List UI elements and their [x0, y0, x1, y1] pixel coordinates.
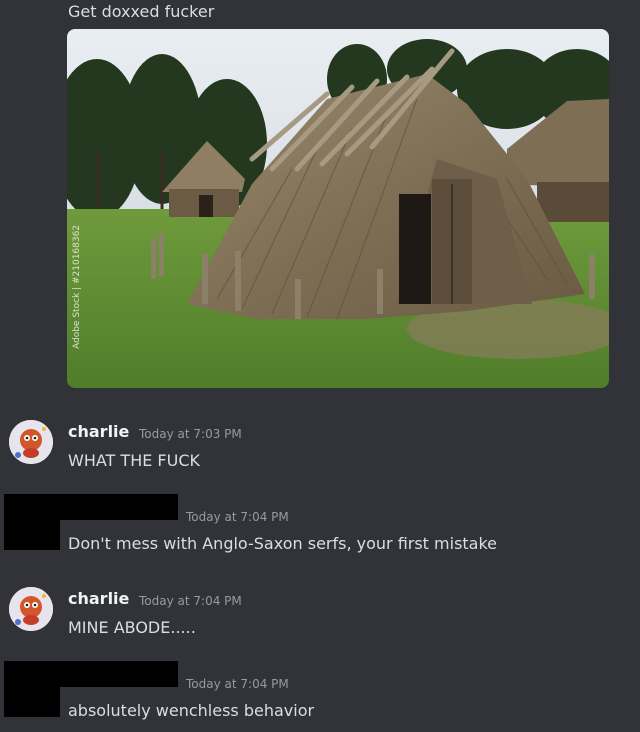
- image-attachment[interactable]: Adobe Stock | #210168362: [67, 29, 609, 388]
- timestamp: Today at 7:04 PM: [139, 594, 242, 608]
- watermark-text: Adobe Stock | #210168362: [72, 225, 82, 349]
- timestamp: Today at 7:03 PM: [139, 427, 242, 441]
- message-text: absolutely wenchless behavior: [68, 701, 315, 720]
- username[interactable]: charlie: [68, 589, 129, 609]
- timestamp: Today at 7:04 PM: [186, 510, 289, 524]
- avatar[interactable]: [9, 587, 53, 631]
- charlie-avatar-icon: [9, 420, 53, 464]
- message-text: Get doxxed fucker: [68, 2, 215, 21]
- avatar[interactable]: [9, 420, 53, 464]
- message-text: MINE ABODE.....: [68, 618, 196, 637]
- redacted-username: [52, 494, 178, 520]
- timestamp: Today at 7:04 PM: [186, 677, 289, 691]
- message-text: WHAT THE FUCK: [68, 451, 200, 470]
- charlie-avatar-icon: [9, 587, 53, 631]
- redacted-username: [52, 661, 178, 687]
- message-text: Don't mess with Anglo-Saxon serfs, your …: [68, 534, 498, 553]
- username[interactable]: charlie: [68, 422, 129, 442]
- thatched-hut-image: Adobe Stock | #210168362: [67, 29, 609, 388]
